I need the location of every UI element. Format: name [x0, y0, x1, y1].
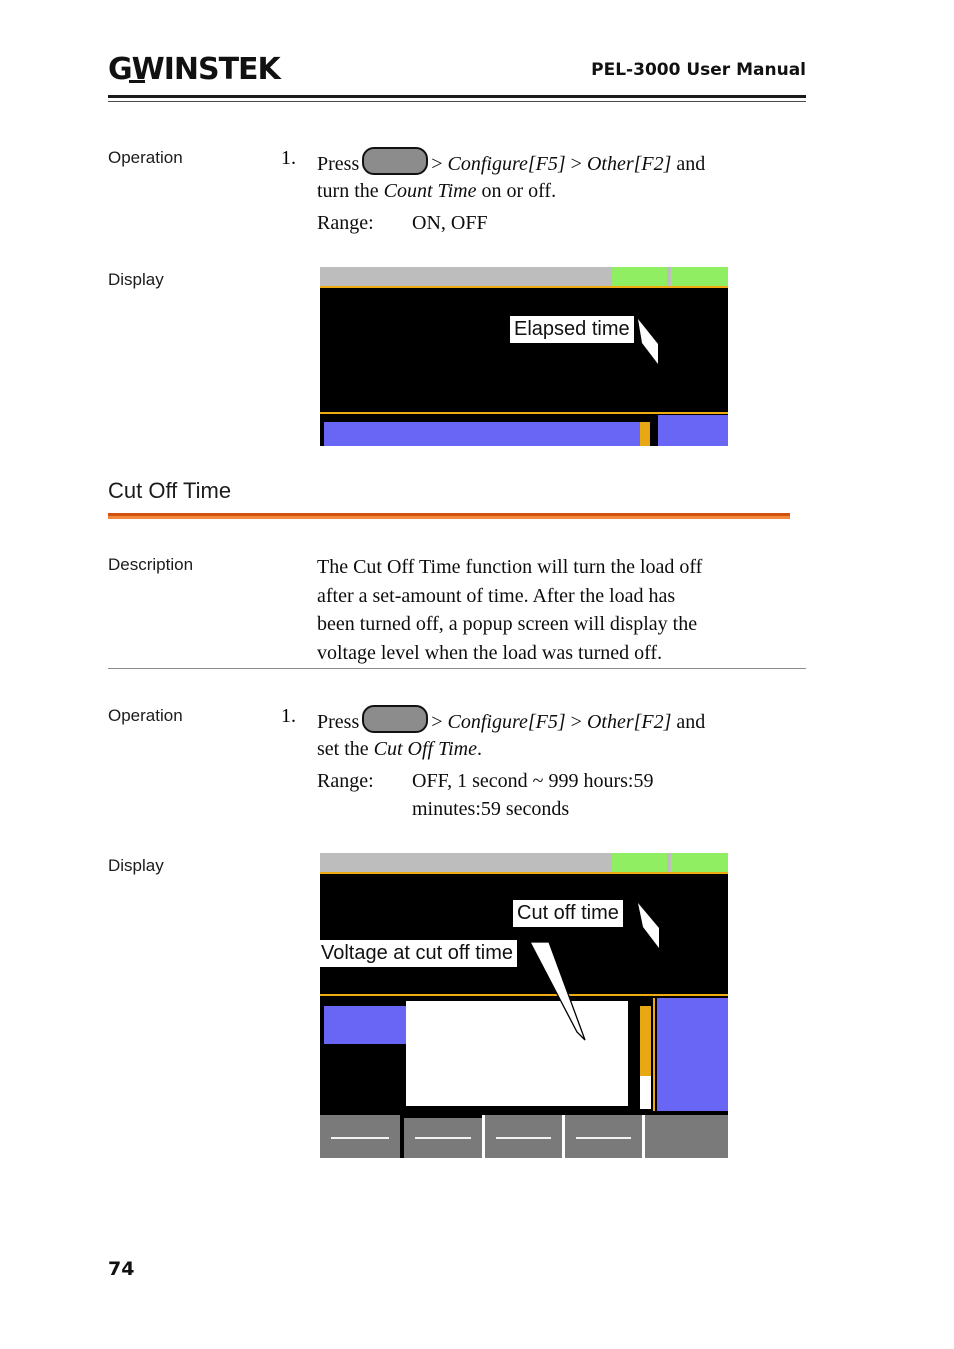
turn-the-text: turn the	[317, 180, 384, 202]
status-green-block-1b	[671, 267, 728, 286]
header-rule-thin	[108, 101, 806, 102]
callout-text-voltage-at-cut-off-time: Voltage at cut off time	[317, 940, 517, 967]
press-word-2: Press	[317, 711, 360, 733]
bargraph-marker-1	[640, 422, 650, 446]
count-time-ref: Count Time	[383, 180, 477, 202]
step-gt-1: >	[431, 153, 448, 175]
configure-f5-ref-1: Configure[F5]	[447, 153, 566, 175]
configure-f5-ref-2: Configure[F5]	[447, 711, 566, 733]
press-word-1: Press	[317, 153, 360, 175]
cut-off-time-ref: Cut Off Time	[373, 738, 478, 760]
callout-voltage-at-cut-off-time: Voltage at cut off time	[317, 940, 617, 1050]
callout-text-elapsed-time: Elapsed time	[510, 316, 634, 343]
operation-label-2: Operation	[108, 706, 183, 725]
function-key-f4[interactable]	[565, 1115, 642, 1158]
description-line-4: voltage level when the load was turned o…	[317, 641, 663, 664]
bargraph-blue-right-2	[657, 998, 728, 1111]
operation-instruction-line2-2: set the Cut Off Time.	[317, 738, 482, 761]
meter-amber-2	[640, 1006, 651, 1076]
display-label-1: Display	[108, 270, 164, 289]
function-key-f2-label-line	[414, 1137, 472, 1140]
operation-instruction-line2-1: turn the Count Time on or off.	[317, 180, 556, 203]
status-green-block-1a	[612, 267, 667, 286]
description-divider	[108, 668, 806, 669]
range-label-1: Range:	[317, 212, 374, 234]
function-key-f3[interactable]	[485, 1115, 562, 1158]
bargraph-blue-1	[324, 422, 640, 446]
description-line-2: after a set-amount of time. After the lo…	[317, 584, 676, 607]
header-rule-thick	[108, 95, 806, 98]
logo-gw-mark: GW	[108, 52, 165, 87]
status-green-block-2b	[671, 853, 728, 872]
description-line-3: been turned off, a popup screen will dis…	[317, 613, 698, 635]
bargraph-blue-right-1	[658, 415, 728, 446]
logo-underbar-icon	[129, 80, 145, 83]
meter-white-2	[640, 1076, 651, 1109]
description-line-1: The Cut Off Time function will turn the …	[317, 556, 703, 578]
description-label: Description	[108, 555, 194, 574]
lcd-accent-line-bottom-1	[320, 412, 728, 414]
step-sep-2: >	[565, 711, 587, 733]
on-or-off-text: on or off.	[476, 180, 557, 202]
callout-elapsed-time: Elapsed time	[510, 316, 670, 371]
range-value-2: OFF, 1 second ~ 999 hours:59	[412, 770, 654, 792]
page-number: 74	[108, 1258, 135, 1280]
step-number-2: 1.	[281, 705, 296, 727]
rounded-key-icon-2[interactable]	[362, 705, 429, 733]
range-value-2b: minutes:59 seconds	[412, 798, 570, 820]
step-number-1: 1.	[281, 147, 296, 169]
period-text: .	[477, 738, 483, 760]
function-key-f2[interactable]	[404, 1115, 482, 1158]
operation-instruction-2: Press > Configure[F5] > Other[F2] and	[317, 705, 817, 738]
function-key-f1[interactable]	[320, 1115, 400, 1158]
step-tail-2: and	[671, 711, 706, 733]
operation-instruction-1: Press > Configure[F5] > Other[F2] and	[317, 147, 817, 180]
step-gt-2: >	[431, 711, 448, 733]
other-f2-ref-1: Other[F2]	[586, 153, 672, 175]
manual-page: GW INSTEK PEL-3000 User Manual Operation …	[0, 0, 954, 1349]
function-key-f3-label-line	[495, 1137, 552, 1140]
description-text: The Cut Off Time function will turn the …	[317, 553, 817, 667]
manual-title: PEL-3000 User Manual	[591, 60, 806, 80]
rounded-key-icon-1[interactable]	[362, 147, 429, 175]
section-rule-bottom	[108, 516, 790, 519]
function-key-f4-label-line	[575, 1137, 632, 1140]
other-f2-ref-2: Other[F2]	[586, 711, 672, 733]
gwinstek-logo: GW INSTEK	[108, 52, 281, 87]
range-label-2: Range:	[317, 770, 374, 792]
section-heading-cut-off-time: Cut Off Time	[108, 478, 232, 503]
function-key-f2-highlight	[404, 1115, 482, 1118]
page-header: GW INSTEK PEL-3000 User Manual	[108, 52, 806, 98]
lcd-vertical-divider-2	[653, 998, 655, 1111]
function-key-f5[interactable]	[645, 1115, 728, 1158]
step-tail-1: and	[671, 153, 706, 175]
status-green-block-2a	[612, 853, 667, 872]
set-the-text: set the	[317, 738, 374, 760]
logo-wordmark: INSTEK	[163, 52, 281, 87]
function-key-f1-label-line	[331, 1137, 389, 1140]
display-label-2: Display	[108, 856, 164, 875]
step-sep-1: >	[565, 153, 587, 175]
callout-text-cut-off-time: Cut off time	[513, 900, 623, 927]
operation-label-1: Operation	[108, 148, 183, 167]
range-value-1: ON, OFF	[412, 212, 488, 234]
